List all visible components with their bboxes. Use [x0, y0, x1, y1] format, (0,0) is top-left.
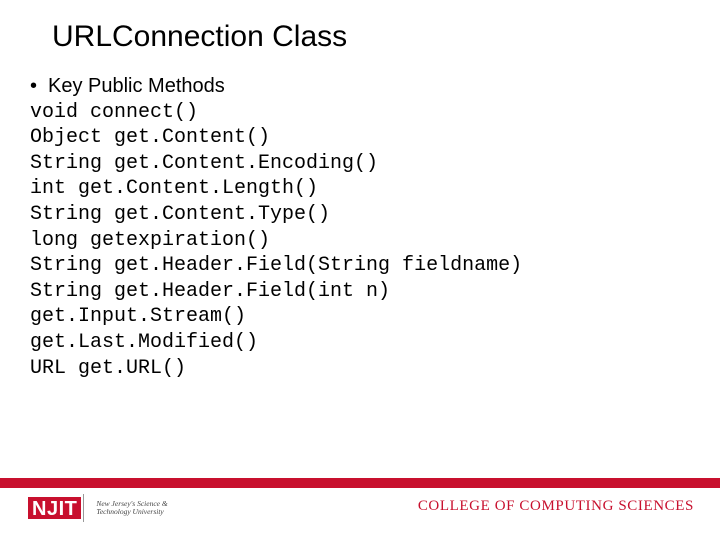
- bullet-item: • Key Public Methods: [30, 74, 690, 100]
- slide: URLConnection Class • Key Public Methods…: [0, 0, 720, 540]
- njit-logo: NJIT New Jersey's Science & Technology U…: [28, 494, 168, 522]
- njit-sub-line2: Technology University: [96, 508, 167, 516]
- njit-subtitle: New Jersey's Science & Technology Univer…: [90, 500, 167, 516]
- method-line: String get.Header.Field(String fieldname…: [30, 253, 690, 279]
- njit-mark: NJIT: [28, 497, 81, 519]
- footer: NJIT New Jersey's Science & Technology U…: [0, 478, 720, 540]
- method-line: String get.Header.Field(int n): [30, 279, 690, 305]
- method-line: Object get.Content(): [30, 125, 690, 151]
- method-line: String get.Content.Encoding(): [30, 151, 690, 177]
- divider: [83, 494, 84, 522]
- method-line: String get.Content.Type(): [30, 202, 690, 228]
- slide-title: URLConnection Class: [52, 20, 347, 54]
- method-line: long getexpiration(): [30, 228, 690, 254]
- college-name: COLLEGE OF COMPUTING SCIENCES: [418, 498, 694, 515]
- footer-redbar: [0, 478, 720, 488]
- bullet-label: Key Public Methods: [48, 74, 225, 100]
- method-line: get.Input.Stream(): [30, 304, 690, 330]
- method-line: get.Last.Modified(): [30, 330, 690, 356]
- bullet-icon: •: [30, 74, 48, 100]
- method-line: URL get.URL(): [30, 356, 690, 382]
- method-line: void connect(): [30, 100, 690, 126]
- slide-body: • Key Public Methods void connect() Obje…: [30, 74, 690, 381]
- method-line: int get.Content.Length(): [30, 176, 690, 202]
